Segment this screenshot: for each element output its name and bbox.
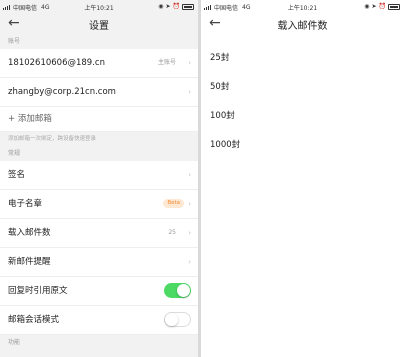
nav-bar: ← 载入邮件数 <box>201 12 404 34</box>
battery-icon <box>182 3 194 10</box>
signature-label: 签名 <box>8 170 26 180</box>
section-header-general: 常规 <box>8 150 21 157</box>
section-header-features: 功能 <box>8 339 21 346</box>
page-title: 设置 <box>89 21 109 32</box>
chevron-right-icon: › <box>188 88 191 96</box>
chevron-right-icon: › <box>188 200 191 208</box>
page-title: 载入邮件数 <box>277 21 328 32</box>
location-icon: ➤ <box>371 3 377 10</box>
add-mailbox-label: + 添加邮箱 <box>8 114 52 124</box>
e-seal-label: 电子名章 <box>8 199 43 209</box>
load-count-label: 载入邮件数 <box>8 228 51 238</box>
alarm-icon: ⏰ <box>378 3 386 10</box>
account-row-primary[interactable]: 18102610606@189.cn 主账号 › <box>0 49 198 78</box>
option-25[interactable]: 25封 <box>201 44 404 73</box>
chevron-right-icon: › <box>188 59 191 67</box>
load-count-row[interactable]: 载入邮件数 25 › <box>0 219 198 248</box>
account-email: zhangby@corp.21cn.com <box>8 87 116 97</box>
alarm-icon: ⏰ <box>172 3 180 10</box>
primary-account-tag: 主账号 <box>157 59 176 66</box>
load-count-value: 25 <box>168 229 176 236</box>
location-icon: ➤ <box>165 3 171 10</box>
rotation-lock-icon: ◉ <box>364 3 370 10</box>
quote-reply-label: 回复时引用原文 <box>8 286 68 296</box>
option-1000[interactable]: 1000封 <box>201 131 404 160</box>
conversation-mode-label: 邮箱会话模式 <box>8 315 60 325</box>
load-count-options: 25封 50封 100封 1000封 <box>201 34 404 160</box>
account-email: 18102610606@189.cn <box>8 58 105 68</box>
account-row-secondary[interactable]: zhangby@corp.21cn.com › <box>0 78 198 107</box>
quote-reply-row: 回复时引用原文 <box>0 277 198 306</box>
e-seal-row[interactable]: 电子名章 Beta › <box>0 190 198 219</box>
new-mail-alert-row[interactable]: 新邮件提醒 › <box>0 248 198 277</box>
conversation-mode-row: 邮箱会话模式 <box>0 306 198 335</box>
beta-badge: Beta <box>163 199 184 208</box>
rotation-lock-icon: ◉ <box>158 3 164 10</box>
settings-screen: 中国电信 4G 上午10:21 ◉ ➤ ⏰ ← 设置 账号 1810261060… <box>0 0 198 357</box>
nav-bar: ← 设置 <box>0 12 198 34</box>
chevron-right-icon: › <box>188 171 191 179</box>
signature-row[interactable]: 签名 › <box>0 161 198 190</box>
option-50[interactable]: 50封 <box>201 73 404 102</box>
load-count-screen: 中国电信 4G 上午10:21 ◉ ➤ ⏰ ← 载入邮件数 25封 50封 10… <box>201 0 404 357</box>
add-mailbox-button[interactable]: + 添加邮箱 <box>0 107 198 132</box>
toggle-knob <box>165 313 178 326</box>
status-bar: 中国电信 4G 上午10:21 ◉ ➤ ⏰ <box>0 0 198 12</box>
status-bar: 中国电信 4G 上午10:21 ◉ ➤ ⏰ <box>201 0 404 12</box>
chevron-right-icon: › <box>188 258 191 266</box>
conversation-mode-toggle[interactable] <box>164 312 191 327</box>
new-mail-alert-label: 新邮件提醒 <box>8 257 51 267</box>
chevron-right-icon: › <box>188 229 191 237</box>
toggle-knob <box>177 284 190 297</box>
section-header-account: 账号 <box>8 38 21 45</box>
quote-reply-toggle[interactable] <box>164 283 191 298</box>
battery-icon <box>388 3 400 10</box>
add-mailbox-hint: 添加邮箱一次绑定，跨设备快速登录 <box>0 132 198 146</box>
option-100[interactable]: 100封 <box>201 102 404 131</box>
